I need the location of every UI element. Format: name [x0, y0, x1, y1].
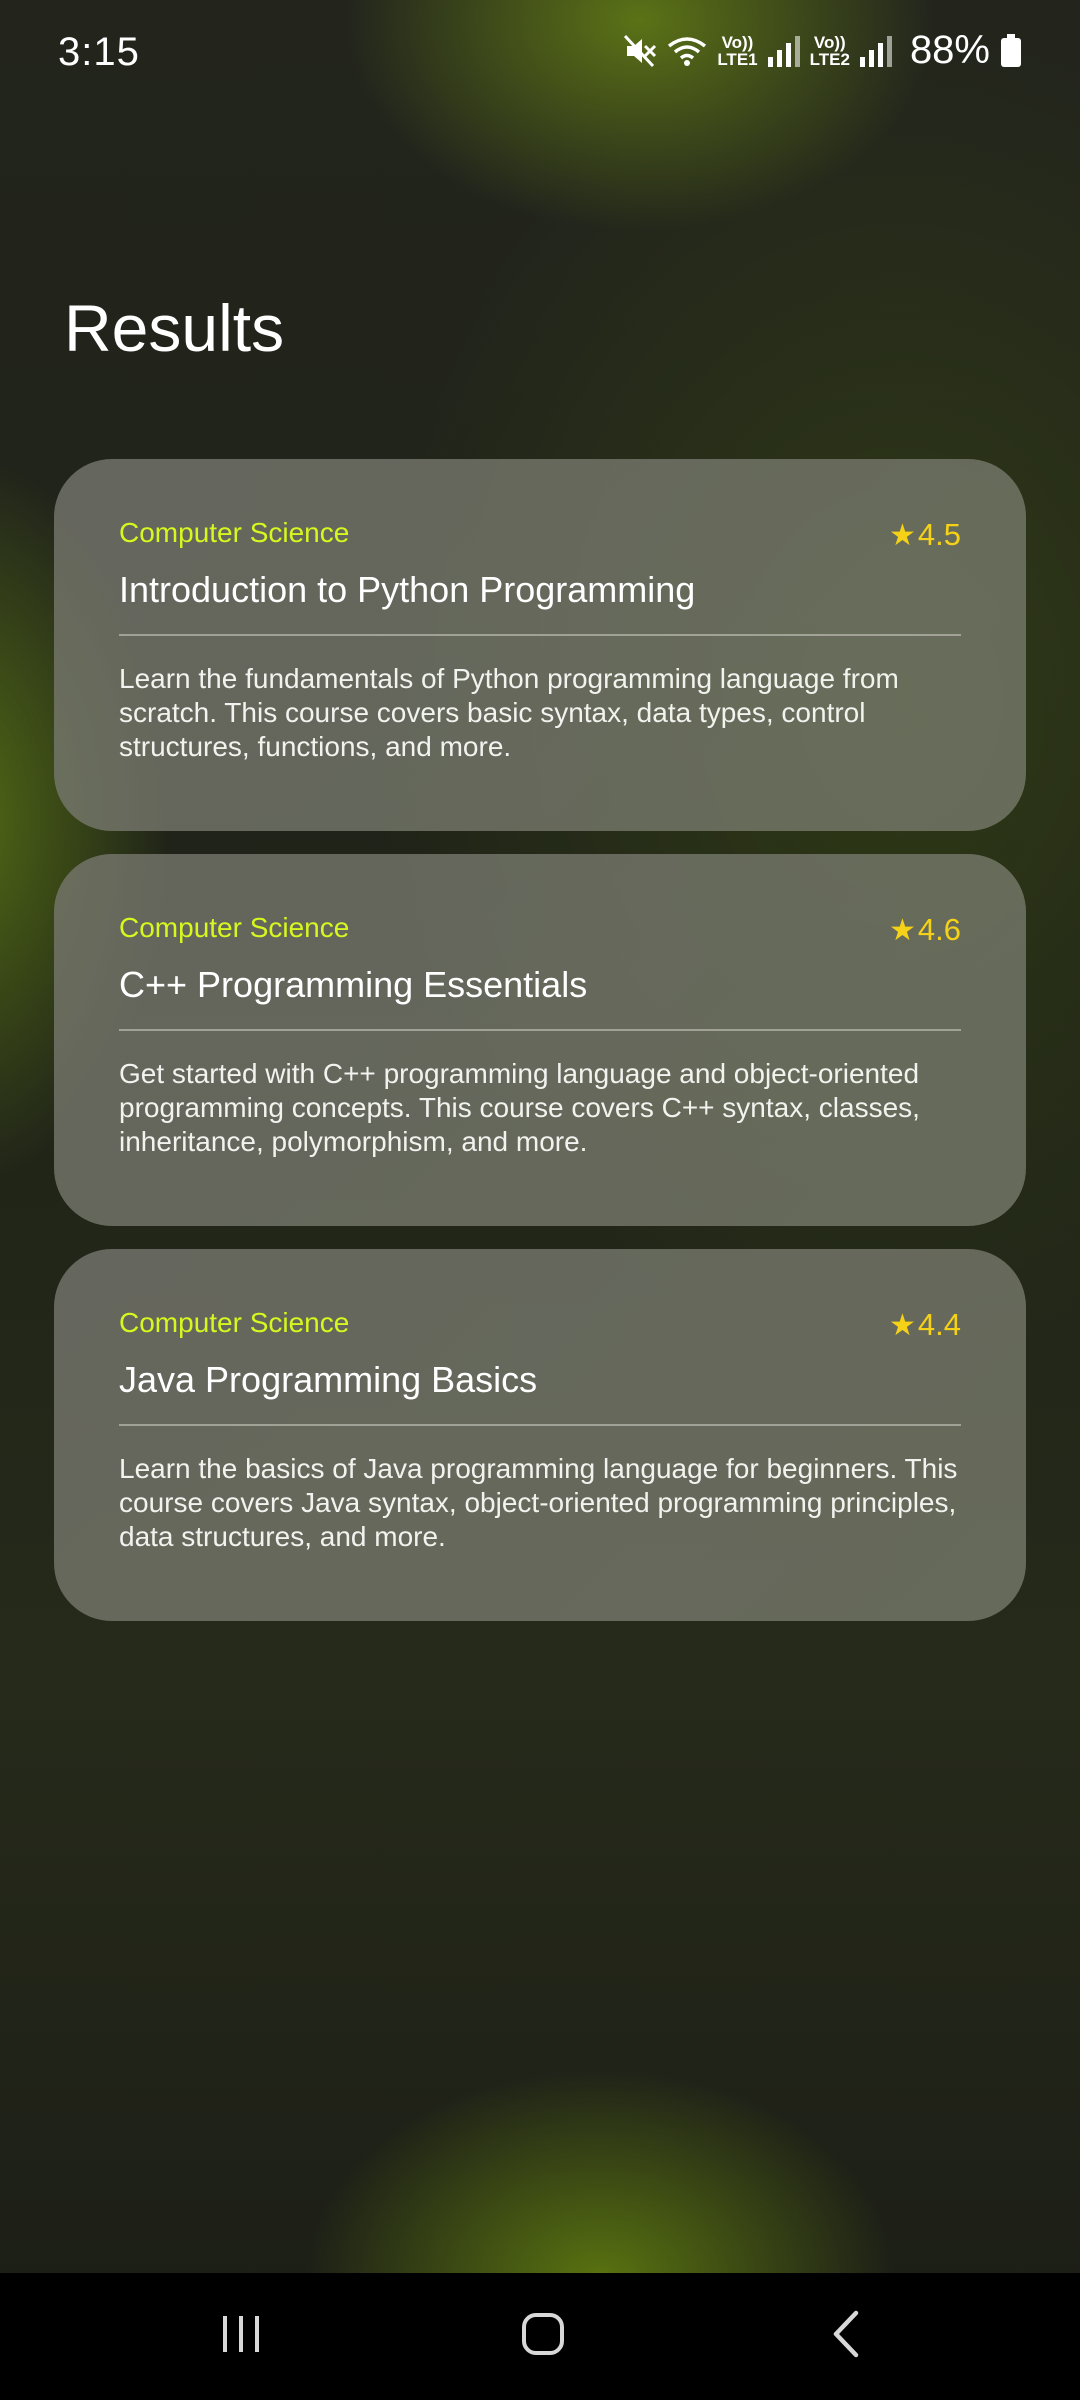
course-title: C++ Programming Essentials: [119, 964, 588, 1005]
rating-value: 4.6: [917, 912, 961, 947]
status-icons: Vo)) LTE1 Vo)) LTE2 88%: [623, 28, 1022, 73]
course-description: Get started with C++ programming languag…: [119, 1058, 920, 1157]
course-category: Computer Science: [119, 517, 350, 548]
course-rating: ★ 4.5: [889, 517, 961, 553]
system-nav-bar: [0, 2273, 1080, 2400]
star-icon: ★: [888, 913, 916, 947]
course-description: Learn the fundamentals of Python program…: [119, 663, 899, 762]
wifi-icon: [667, 34, 707, 68]
status-bar: 3:15 Vo)) LTE1 Vo)) LTE2 88%: [0, 0, 1080, 110]
back-icon: [826, 2309, 866, 2364]
star-icon: ★: [888, 518, 916, 552]
course-title: Java Programming Basics: [119, 1359, 538, 1400]
card-divider: [119, 1029, 961, 1031]
course-category: Computer Science: [119, 1307, 350, 1338]
lte2-voice-label: Vo)): [813, 32, 846, 52]
course-title: Introduction to Python Programming: [119, 569, 696, 610]
lte1-voice-label: Vo)): [721, 32, 754, 52]
course-category: Computer Science: [119, 912, 350, 943]
battery-icon: [1000, 33, 1022, 68]
rating-value: 4.4: [917, 1307, 961, 1342]
recent-apps-button[interactable]: [161, 2273, 321, 2400]
signal-icon: [767, 35, 800, 67]
results-list: Computer Science ★ 4.5 Introduction to P…: [54, 459, 1026, 1644]
home-icon: [520, 2311, 566, 2362]
rating-value: 4.5: [917, 517, 961, 552]
mute-icon: [623, 34, 657, 68]
star-icon: ★: [888, 1308, 916, 1342]
page-title: Results: [64, 291, 285, 365]
lte1-label: LTE1: [717, 49, 758, 69]
course-card[interactable]: Computer Science ★ 4.5 Introduction to P…: [54, 459, 1026, 831]
course-description: Learn the basics of Java programming lan…: [119, 1453, 958, 1552]
home-button[interactable]: [463, 2273, 623, 2400]
battery-percent: 88%: [909, 28, 990, 72]
course-rating: ★ 4.4: [889, 1307, 961, 1343]
lte2-label: LTE2: [809, 49, 850, 69]
lte2-indicator: Vo)) LTE2: [810, 34, 850, 68]
status-time: 3:15: [58, 30, 140, 74]
card-divider: [119, 634, 961, 636]
back-button[interactable]: [766, 2273, 926, 2400]
card-divider: [119, 1424, 961, 1426]
recent-apps-icon: [219, 2312, 263, 2361]
course-rating: ★ 4.6: [889, 912, 961, 948]
course-card[interactable]: Computer Science ★ 4.6 C++ Programming E…: [54, 854, 1026, 1226]
course-card[interactable]: Computer Science ★ 4.4 Java Programming …: [54, 1249, 1026, 1621]
lte1-indicator: Vo)) LTE1: [717, 34, 757, 68]
signal-icon: [859, 35, 892, 67]
